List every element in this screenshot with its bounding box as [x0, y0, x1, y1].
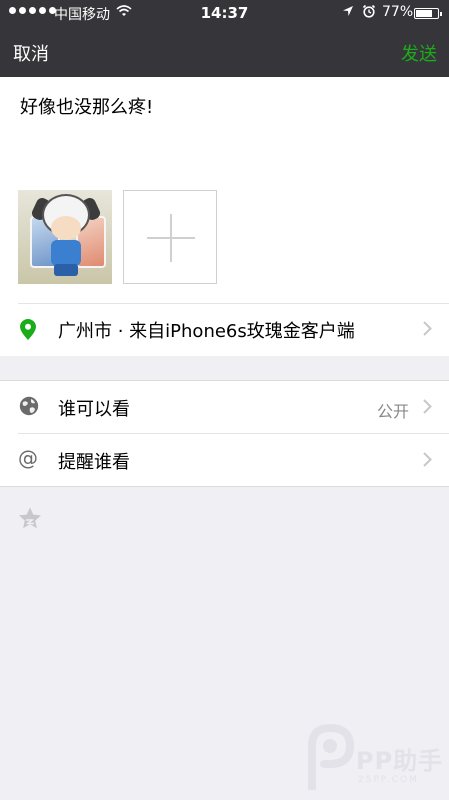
chevron-right-icon — [423, 399, 432, 418]
pp-logo-watermark — [306, 723, 356, 794]
at-icon: @ — [18, 446, 38, 470]
star-icon[interactable] — [17, 506, 43, 535]
post-text-input[interactable]: 好像也没那么疼! — [20, 93, 153, 119]
alarm-icon — [362, 4, 376, 22]
location-pin-icon — [20, 319, 36, 344]
status-bar: 中国移动 14:37 77% — [0, 0, 449, 26]
top-bar: 中国移动 14:37 77% 取消 发送 — [0, 0, 449, 77]
mention-label: 提醒谁看 — [58, 452, 130, 473]
watermark-brand: PP助手 — [356, 747, 444, 775]
options-group: 谁可以看 公开 @ 提醒谁看 — [0, 380, 449, 487]
photo-doll-legs — [54, 264, 78, 276]
chevron-right-icon — [423, 452, 432, 471]
visibility-label: 谁可以看 — [58, 399, 130, 420]
location-label: 广州市 · 来自iPhone6s玫瑰金客户端 — [58, 321, 355, 342]
location-arrow-icon — [342, 5, 354, 21]
photo-doll-face — [51, 216, 81, 240]
battery-percentage: 77% — [382, 4, 414, 20]
photo-doll-body — [51, 240, 81, 266]
mention-row[interactable]: @ 提醒谁看 — [0, 434, 449, 486]
visibility-row[interactable]: 谁可以看 公开 — [0, 381, 449, 433]
chevron-right-icon — [423, 321, 432, 340]
battery-level — [416, 10, 432, 17]
location-row[interactable]: 广州市 · 来自iPhone6s玫瑰金客户端 — [0, 303, 449, 356]
battery-icon — [414, 8, 442, 19]
cancel-button[interactable]: 取消 — [13, 40, 49, 66]
attached-photo[interactable] — [18, 190, 112, 284]
globe-icon — [19, 396, 39, 420]
compose-area: 好像也没那么疼! 广州市 · 来自iPhone6s玫瑰金客户端 — [0, 77, 449, 356]
watermark-site: 25PP.COM — [358, 775, 419, 785]
send-button[interactable]: 发送 — [401, 40, 437, 66]
plus-icon — [170, 214, 172, 262]
add-photo-button[interactable] — [123, 190, 217, 284]
visibility-value: 公开 — [376, 402, 409, 421]
